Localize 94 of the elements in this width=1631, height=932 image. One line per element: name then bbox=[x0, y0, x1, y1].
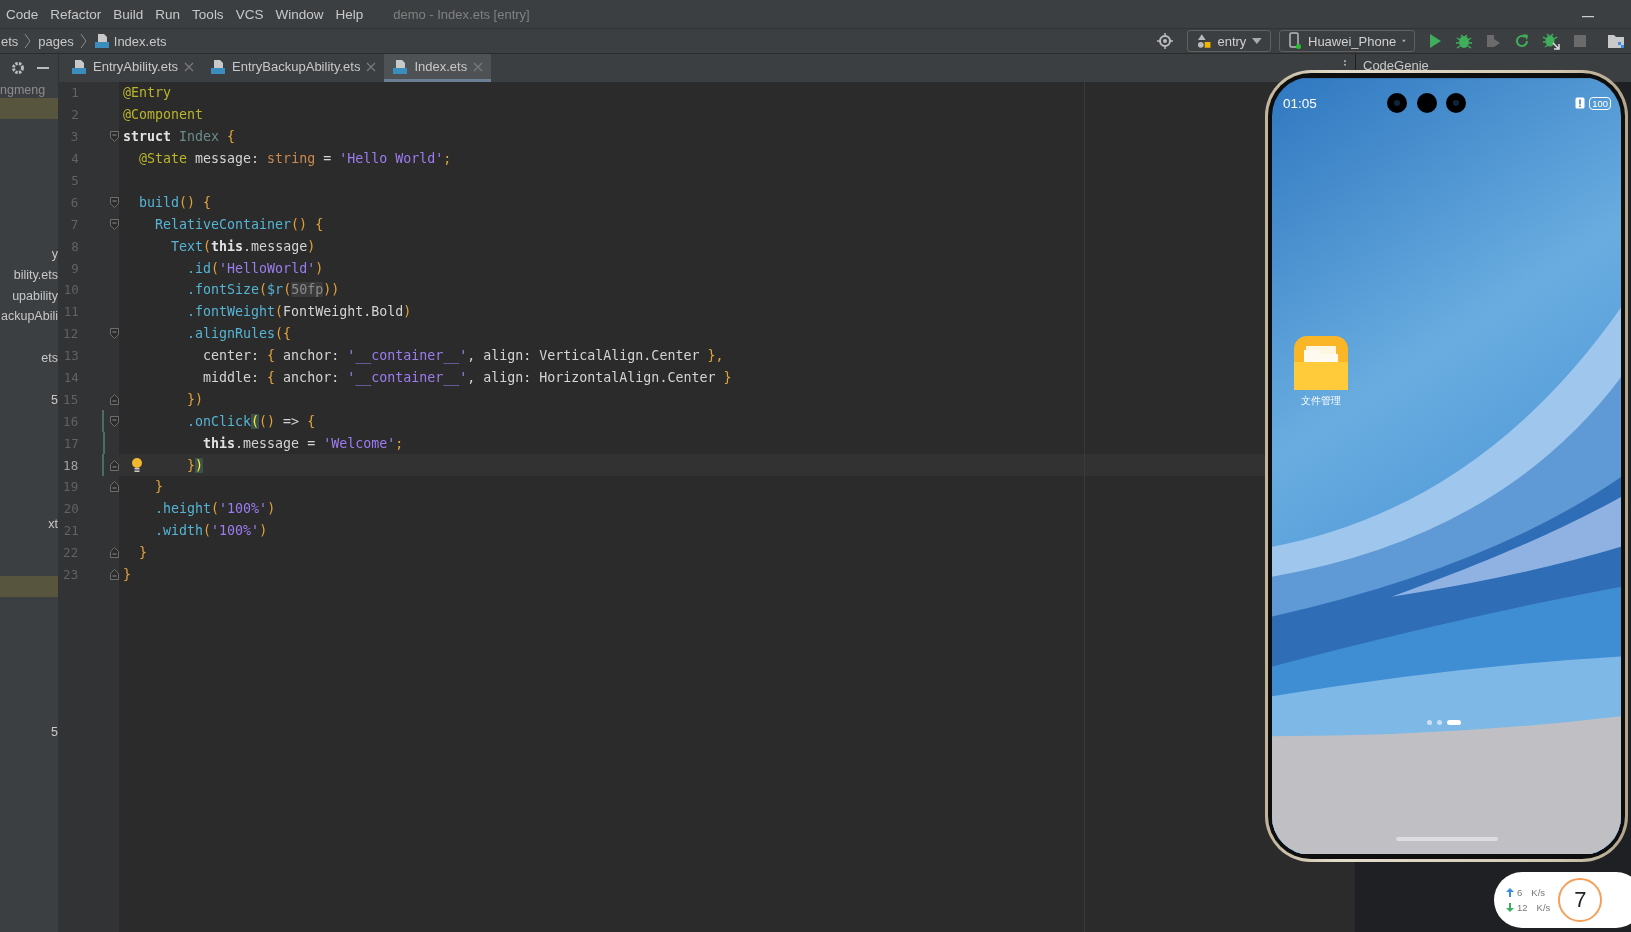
code-line: .width('100%') bbox=[155, 523, 268, 539]
caret-icon bbox=[1252, 38, 1262, 44]
line-number: 18 bbox=[62, 457, 79, 473]
file-icon bbox=[71, 58, 87, 75]
fold-icon[interactable] bbox=[110, 218, 119, 230]
breadcrumb-item[interactable]: Index.ets bbox=[113, 33, 167, 49]
menu-item[interactable]: Build bbox=[107, 6, 150, 22]
code-line: .fontSize($r(50fp)) bbox=[187, 282, 340, 298]
code-line: } bbox=[123, 567, 131, 583]
attach-icon[interactable] bbox=[1484, 32, 1502, 50]
code-line: .fontWeight(FontWeight.Bold) bbox=[187, 304, 412, 320]
speed-unit: K/s bbox=[1531, 887, 1546, 898]
tree-item[interactable]: 5 bbox=[51, 392, 58, 407]
code-line: build() { bbox=[139, 194, 212, 210]
editor-tab[interactable]: EntryAbility.ets bbox=[63, 54, 202, 82]
stop-icon[interactable] bbox=[1571, 32, 1589, 50]
code-line: }) bbox=[187, 391, 204, 407]
chevron-icon bbox=[79, 33, 88, 49]
menu-item[interactable]: Refactor bbox=[44, 6, 108, 22]
code-line: .height('100%') bbox=[155, 501, 276, 517]
code-line: RelativeContainer() { bbox=[155, 216, 324, 232]
usage-badge: 7 bbox=[1558, 878, 1603, 922]
download-icon bbox=[1506, 903, 1514, 912]
battery-indicator: 100 bbox=[1589, 96, 1611, 110]
code-line: .onClick(() => { bbox=[187, 413, 316, 429]
window-title: demo - Index.ets [entry] bbox=[393, 6, 530, 22]
upload-speed: 6 bbox=[1517, 887, 1523, 898]
code-line: @Component bbox=[123, 107, 204, 123]
device-selector[interactable]: Huawei_Phone bbox=[1279, 30, 1415, 52]
speed-unit: K/s bbox=[1536, 902, 1551, 913]
fold-icon[interactable] bbox=[110, 393, 119, 405]
menu-item[interactable]: Help bbox=[329, 6, 370, 22]
fold-icon[interactable] bbox=[110, 569, 119, 581]
file-icon bbox=[210, 58, 226, 75]
fold-icon[interactable] bbox=[110, 415, 119, 427]
project-name: ngmeng bbox=[0, 82, 47, 98]
menu-item[interactable]: Window bbox=[269, 6, 330, 22]
code-line: center: { anchor: '__container__', align: VerticalAlign.Center }, bbox=[203, 348, 724, 364]
panel-title[interactable]: CodeGenie bbox=[1363, 57, 1429, 73]
file-icon bbox=[392, 58, 409, 75]
menu-item[interactable]: Run bbox=[149, 6, 187, 22]
tree-item[interactable]: y bbox=[51, 246, 58, 261]
module-icon bbox=[1196, 33, 1212, 49]
code-line: } bbox=[155, 479, 164, 495]
code-line: struct Index { bbox=[123, 129, 236, 145]
module-selector[interactable]: entry bbox=[1187, 30, 1271, 52]
tree-item[interactable]: ackupAbili bbox=[1, 309, 58, 324]
code-line: this.message = 'Welcome'; bbox=[203, 435, 404, 451]
fold-icon[interactable] bbox=[110, 328, 119, 340]
more-icon[interactable] bbox=[1343, 59, 1347, 69]
phone-icon bbox=[1288, 32, 1302, 50]
code-line: Text(this.message) bbox=[171, 238, 316, 254]
fold-icon[interactable] bbox=[110, 481, 119, 493]
editor-tab[interactable]: EntryBackupAbility.ets bbox=[202, 54, 385, 82]
code-line: .alignRules({ bbox=[187, 326, 292, 342]
tree-item[interactable]: 5 bbox=[51, 725, 58, 740]
alert-icon bbox=[1575, 97, 1586, 109]
close-icon[interactable] bbox=[366, 61, 377, 72]
close-icon[interactable] bbox=[473, 61, 484, 72]
code-line: @Entry bbox=[123, 85, 172, 101]
fold-icon[interactable] bbox=[110, 459, 119, 471]
editor-tab[interactable]: Index.ets bbox=[384, 54, 492, 82]
status-time: 01:05 bbox=[1283, 95, 1317, 111]
target-icon[interactable] bbox=[1157, 33, 1173, 49]
page-dot[interactable] bbox=[1427, 720, 1432, 725]
fold-icon[interactable] bbox=[110, 131, 119, 143]
bug-icon[interactable] bbox=[1455, 32, 1473, 50]
reload-icon[interactable] bbox=[1513, 32, 1531, 50]
tree-item[interactable]: xt bbox=[48, 517, 58, 532]
tree-item[interactable]: bility.ets bbox=[13, 267, 58, 282]
tree-item[interactable]: ets bbox=[41, 350, 58, 365]
breadcrumb-item[interactable]: pages bbox=[38, 33, 74, 49]
bug-icon[interactable] bbox=[1542, 32, 1560, 50]
download-speed: 12 bbox=[1517, 902, 1528, 913]
code-line: } bbox=[139, 545, 147, 561]
lightbulb-icon[interactable] bbox=[131, 457, 143, 474]
fold-icon[interactable] bbox=[110, 547, 119, 559]
breadcrumb-item[interactable]: ets bbox=[1, 33, 19, 49]
code-line: .id('HelloWorld') bbox=[187, 260, 324, 276]
code-line: middle: { anchor: '__container__', align: HorizontalAlign.Center } bbox=[203, 370, 732, 385]
file-icon bbox=[93, 33, 110, 49]
menu-item[interactable]: Tools bbox=[186, 6, 230, 22]
settings-icon[interactable] bbox=[11, 61, 25, 75]
menu-item[interactable]: VCS bbox=[229, 6, 270, 22]
code-line: }) bbox=[187, 457, 204, 473]
code-line: @State message: string = 'Hello World'; bbox=[139, 151, 452, 167]
page-dot[interactable] bbox=[1437, 720, 1442, 725]
close-icon[interactable] bbox=[184, 61, 194, 72]
tree-item[interactable]: upability bbox=[12, 288, 58, 303]
chevron-icon bbox=[24, 33, 33, 49]
folder-icon[interactable] bbox=[1607, 32, 1625, 50]
fold-icon[interactable] bbox=[110, 196, 119, 208]
upload-icon bbox=[1506, 888, 1514, 897]
menu-item[interactable]: Code bbox=[0, 6, 45, 22]
